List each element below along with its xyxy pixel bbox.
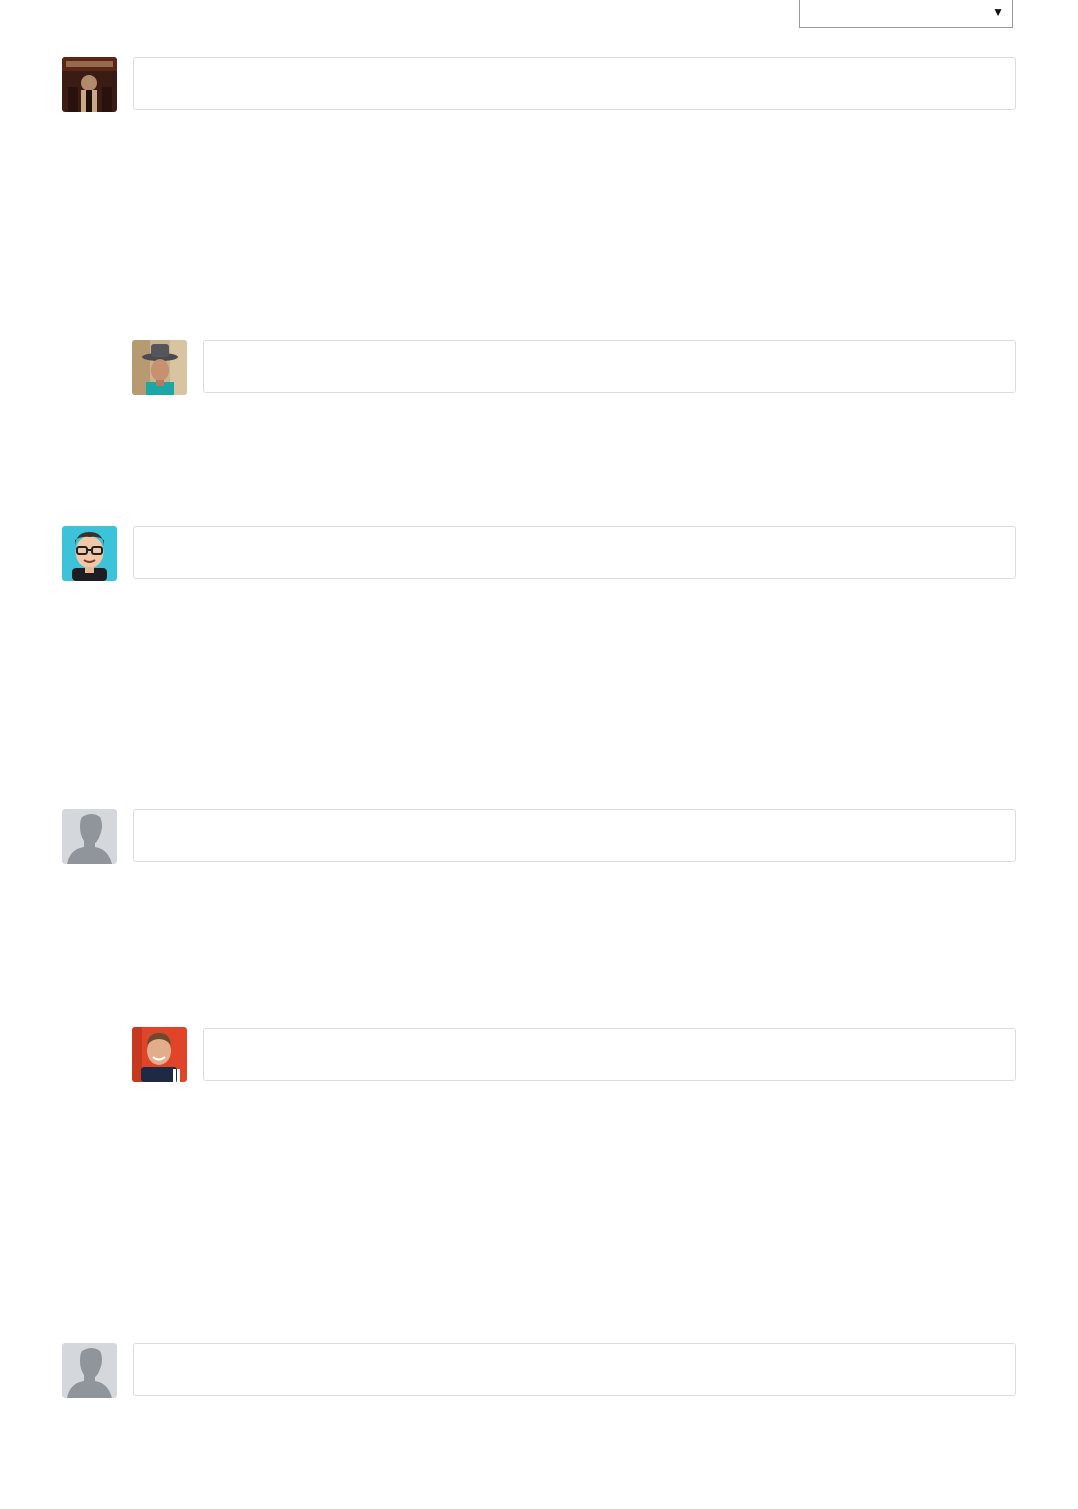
avatar[interactable] xyxy=(132,340,187,395)
comment-box[interactable] xyxy=(133,809,1016,862)
avatar[interactable] xyxy=(62,57,117,112)
avatar-cartoon-glasses-icon xyxy=(62,526,117,581)
sort-dropdown[interactable]: ▼ xyxy=(799,0,1013,28)
comment-box[interactable] xyxy=(133,57,1016,110)
avatar-vintage-poster-icon xyxy=(62,57,117,112)
avatar[interactable] xyxy=(62,1343,117,1398)
avatar-man-smiling-red-icon xyxy=(132,1027,187,1082)
avatar[interactable] xyxy=(62,809,117,864)
avatar[interactable] xyxy=(62,526,117,581)
comment-box[interactable] xyxy=(203,340,1016,393)
triangle-down-icon: ▼ xyxy=(992,5,1004,19)
comment-box[interactable] xyxy=(133,526,1016,579)
comments-page: ▼ xyxy=(0,0,1078,1509)
avatar[interactable] xyxy=(132,1027,187,1082)
default-avatar-icon xyxy=(62,1343,117,1398)
default-avatar-icon xyxy=(62,809,117,864)
avatar-man-fedora-icon xyxy=(132,340,187,395)
comment-box[interactable] xyxy=(203,1028,1016,1081)
comment-box[interactable] xyxy=(133,1343,1016,1396)
